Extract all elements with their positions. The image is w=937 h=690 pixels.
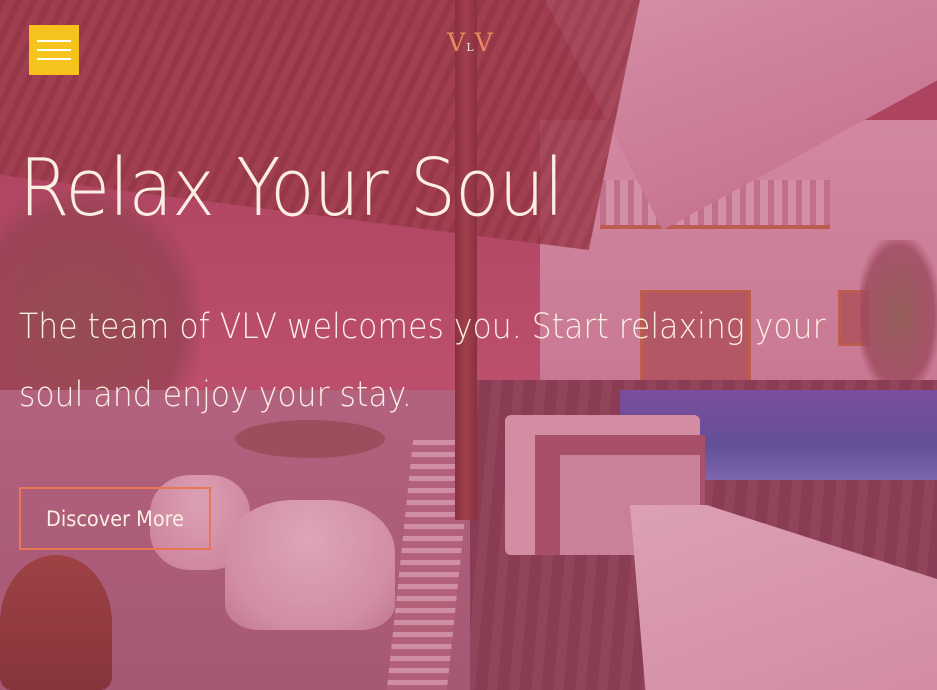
logo-letter-middle: L — [466, 41, 474, 54]
hero-title: Relax Your Soul — [19, 142, 564, 234]
hero-subtitle: The team of VLV welcomes you. Start rela… — [19, 307, 826, 415]
logo-letter-left: V — [447, 28, 466, 57]
menu-button[interactable] — [29, 25, 79, 75]
discover-more-button[interactable]: Discover More — [19, 487, 211, 550]
hero-section: VLV Relax Your Soul The team of VLV welc… — [0, 0, 937, 690]
hamburger-menu-icon — [37, 40, 71, 42]
logo-letter-right: V — [474, 28, 493, 57]
discover-more-label: Discover More — [45, 506, 185, 531]
site-logo[interactable]: VLV — [442, 28, 498, 57]
